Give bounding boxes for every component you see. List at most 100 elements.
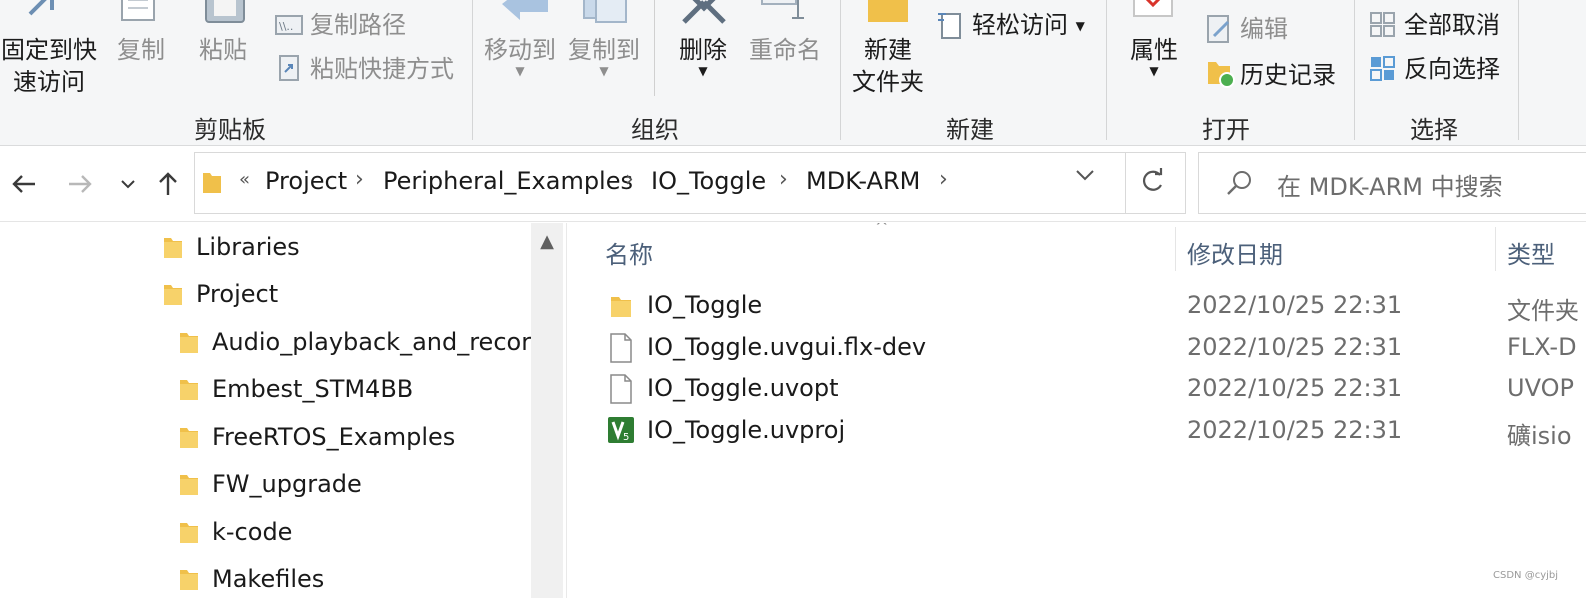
watermark: CSDN @cyjbj — [1493, 570, 1559, 581]
pin-to-quick-access-button[interactable]: 固定到快 速访问 — [0, 34, 98, 98]
search-placeholder: 在 MDK-ARM 中搜索 — [1277, 173, 1503, 201]
svg-text:5: 5 — [623, 432, 629, 443]
tree-item-freertos[interactable]: FreeRTOS_Examples — [178, 417, 455, 457]
address-history-dropdown[interactable] — [1075, 167, 1095, 186]
tree-item-fw-upgrade[interactable]: FW_upgrade — [178, 464, 362, 504]
overflow-chevron-icon[interactable]: « — [239, 169, 250, 190]
column-divider[interactable] — [1495, 227, 1496, 271]
paste-shortcut-icon — [278, 54, 302, 86]
dropdown-caret-icon: ▼ — [599, 64, 609, 78]
file-date: 2022/10/25 22:31 — [1187, 374, 1403, 402]
copy-to-icon — [582, 0, 634, 28]
arrow-up-icon — [159, 172, 177, 195]
ribbon-separator — [654, 0, 655, 96]
breadcrumb-project[interactable]: Project — [265, 167, 347, 195]
paste-button[interactable]: 粘贴 — [190, 34, 256, 66]
breadcrumb-separator-icon[interactable]: › — [939, 167, 948, 192]
breadcrumb-separator-icon[interactable]: › — [779, 167, 788, 192]
properties-button[interactable]: 属性 ▼ — [1122, 34, 1186, 77]
folder-icon — [180, 428, 198, 448]
copy-button[interactable]: 复制 — [108, 34, 174, 66]
column-header-name[interactable]: 名称 — [605, 235, 653, 270]
file-row[interactable]: IO_Toggle.uvgui.flx-dev 2022/10/25 22:31… — [567, 329, 1586, 369]
tree-item-makefiles[interactable]: Makefiles — [178, 559, 324, 598]
ribbon-separator — [1106, 0, 1107, 140]
new-folder-label-line1: 新建 — [864, 36, 912, 64]
copy-icon — [118, 0, 166, 30]
up-button[interactable] — [150, 166, 186, 202]
history-icon — [1206, 58, 1236, 92]
file-date: 2022/10/25 22:31 — [1187, 416, 1403, 444]
tree-item-label: Embest_STM4BB — [212, 375, 414, 403]
breadcrumb-io-toggle[interactable]: IO_Toggle — [651, 167, 766, 195]
address-row: « Project › Peripheral_Examples › IO_Tog… — [0, 146, 1586, 222]
chevron-down-icon — [121, 180, 135, 189]
file-date: 2022/10/25 22:31 — [1187, 333, 1403, 361]
column-header-type[interactable]: 类型 — [1507, 235, 1555, 270]
breadcrumb-peripheral-examples[interactable]: Peripheral_Examples — [383, 167, 633, 195]
search-input[interactable]: 在 MDK-ARM 中搜索 — [1198, 152, 1586, 214]
nav-scrollbar[interactable]: ▲ — [531, 223, 563, 598]
column-divider[interactable] — [1175, 227, 1176, 271]
file-row[interactable]: IO_Toggle 2022/10/25 22:31 文件夹 — [567, 287, 1586, 327]
tree-item-project[interactable]: Project — [162, 274, 278, 314]
easy-access-button[interactable]: 轻松访问 ▼ — [972, 10, 1085, 41]
navigation-pane: Libraries Project Audio_playback_and_rec… — [0, 223, 562, 598]
easy-access-icon — [936, 10, 964, 44]
tree-item-audio-playback[interactable]: Audio_playback_and_record — [178, 322, 546, 362]
file-row[interactable]: 5 IO_Toggle.uvproj 2022/10/25 22:31 礦isi… — [567, 412, 1586, 452]
folder-icon — [180, 570, 198, 590]
folder-icon — [164, 238, 182, 258]
rename-button[interactable]: 重命名 — [748, 34, 822, 66]
history-button[interactable]: 历史记录 — [1240, 60, 1336, 90]
invert-selection-button[interactable]: 反向选择 — [1404, 54, 1500, 84]
breadcrumb-separator-icon[interactable]: › — [355, 167, 364, 192]
copy-to-label: 复制到 — [568, 36, 640, 64]
move-to-icon — [500, 0, 552, 28]
edit-button[interactable]: 编辑 — [1240, 14, 1288, 44]
ribbon-separator — [840, 0, 841, 140]
new-folder-button[interactable]: 新建 文件夹 — [848, 34, 928, 98]
file-icon — [610, 333, 632, 363]
ribbon-separator — [1354, 0, 1355, 140]
tree-item-label: k-code — [212, 518, 293, 546]
folder-icon — [180, 523, 198, 543]
sort-ascending-icon: ^ — [875, 223, 889, 236]
delete-button[interactable]: 删除 ▼ — [672, 34, 734, 77]
ribbon-separator — [472, 0, 473, 140]
forward-button[interactable] — [62, 166, 98, 202]
address-bar[interactable]: « Project › Peripheral_Examples › IO_Tog… — [194, 152, 1186, 214]
select-none-button[interactable]: 全部取消 — [1404, 10, 1500, 40]
edit-icon — [1206, 14, 1234, 48]
select-group-label: 选择 — [1410, 116, 1458, 144]
tree-item-k-code[interactable]: k-code — [178, 512, 292, 552]
open-group-label: 打开 — [1202, 116, 1250, 144]
copy-path-button[interactable]: 复制路径 — [310, 10, 406, 40]
folder-icon — [203, 173, 221, 193]
folder-icon — [180, 380, 198, 400]
file-type: 礦isio — [1507, 422, 1572, 450]
file-row[interactable]: IO_Toggle.uvopt 2022/10/25 22:31 UVOP — [567, 370, 1586, 410]
pin-label-line2: 速访问 — [13, 68, 85, 96]
paste-shortcut-button[interactable]: 粘贴快捷方式 — [310, 54, 454, 84]
file-icon — [610, 374, 632, 404]
tree-item-embest[interactable]: Embest_STM4BB — [178, 369, 413, 409]
breadcrumb-separator-icon[interactable]: › — [625, 167, 634, 192]
copy-to-button[interactable]: 复制到 ▼ — [566, 34, 642, 78]
refresh-button[interactable] — [1139, 167, 1173, 201]
move-to-button[interactable]: 移动到 ▼ — [482, 34, 558, 77]
tree-item-label: Project — [196, 280, 279, 308]
column-header-date[interactable]: 修改日期 — [1187, 235, 1283, 270]
recent-locations-button[interactable] — [110, 166, 146, 202]
breadcrumb-mdk-arm[interactable]: MDK-ARM — [806, 167, 920, 195]
tree-item-libraries[interactable]: Libraries — [162, 227, 300, 267]
file-type: FLX-D — [1507, 333, 1577, 361]
copy-path-icon: \\.. — [275, 14, 303, 40]
tree-item-label: Audio_playback_and_record — [212, 328, 546, 356]
scroll-up-icon[interactable]: ▲ — [531, 231, 563, 252]
paste-icon — [204, 0, 248, 30]
delete-label: 删除 — [679, 36, 727, 64]
properties-label: 属性 — [1130, 36, 1178, 64]
file-name: IO_Toggle.uvproj — [647, 416, 846, 444]
back-button[interactable] — [6, 166, 42, 202]
